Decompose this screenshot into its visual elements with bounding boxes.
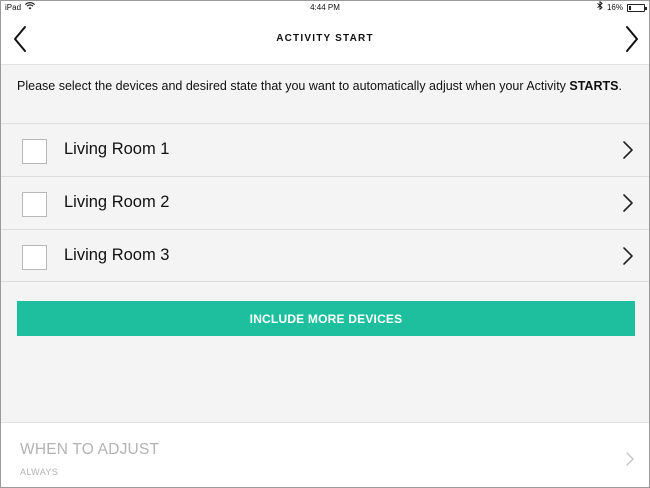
device-checkbox[interactable] — [22, 245, 47, 270]
chevron-right-icon — [623, 247, 633, 265]
when-to-adjust-title: WHEN TO ADJUST — [20, 441, 160, 458]
device-checkbox[interactable] — [22, 192, 47, 217]
when-to-adjust-value: ALWAYS — [20, 467, 59, 477]
instructions-body: Please select the devices and desired st… — [17, 79, 570, 93]
instructions-emphasis: STARTS — [569, 79, 619, 93]
chevron-right-icon — [623, 141, 633, 159]
include-more-devices-button[interactable]: INCLUDE MORE DEVICES — [17, 301, 635, 336]
device-row-living-room-1[interactable]: Living Room 1 — [1, 123, 649, 176]
device-row-living-room-3[interactable]: Living Room 3 — [1, 229, 649, 282]
chevron-right-icon — [623, 194, 633, 212]
device-label: Living Room 2 — [64, 193, 170, 211]
status-time: 4:44 PM — [310, 3, 340, 12]
bluetooth-icon — [597, 1, 603, 14]
device-label: Living Room 3 — [64, 246, 170, 264]
battery-level — [629, 5, 631, 10]
instructions-text: Please select the devices and desired st… — [17, 77, 627, 95]
chevron-right-icon — [626, 452, 634, 466]
forward-button[interactable] — [617, 23, 647, 55]
app-frame: iPad 4:44 PM 16% ACTIVITY START Please s… — [0, 0, 650, 488]
status-right: 16% — [597, 1, 647, 14]
page-title: ACTIVITY START — [276, 33, 374, 44]
when-to-adjust-row[interactable]: WHEN TO ADJUST ALWAYS — [1, 422, 649, 487]
battery-percent: 16% — [606, 3, 623, 12]
battery-icon — [627, 3, 647, 12]
device-list: Living Room 1 Living Room 2 Living Room … — [1, 123, 649, 282]
device-label: Living Room 1 — [64, 140, 170, 158]
device-row-living-room-2[interactable]: Living Room 2 — [1, 176, 649, 229]
device-checkbox[interactable] — [22, 139, 47, 164]
chevron-right-icon — [626, 26, 638, 52]
nav-bar: ACTIVITY START — [1, 14, 649, 65]
instructions-suffix: . — [618, 79, 622, 93]
status-bar: iPad 4:44 PM 16% — [1, 1, 649, 14]
